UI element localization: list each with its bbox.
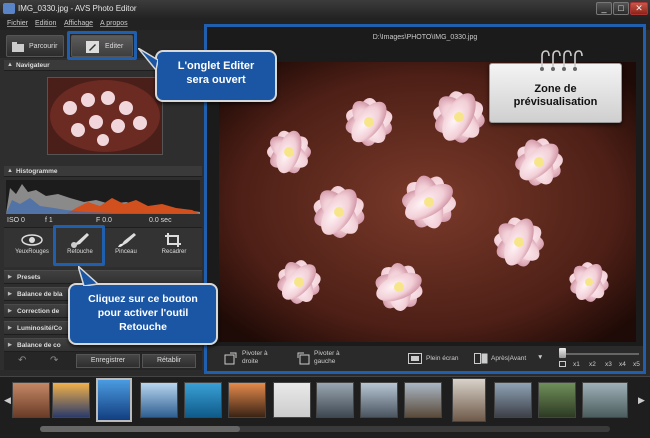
reset-button[interactable]: Rétablir	[142, 354, 196, 368]
callout-edit-tab: L'onglet Editer sera ouvert	[155, 50, 277, 102]
thumb-5[interactable]	[184, 382, 222, 418]
window-title: IMG_0330.jpg - AVS Photo Editor	[18, 4, 137, 13]
thumb-11[interactable]	[452, 378, 486, 422]
thumb-6[interactable]	[228, 382, 266, 418]
menu-about[interactable]: A propos	[100, 20, 128, 27]
fullscreen-button[interactable]: Plein écran	[426, 355, 459, 362]
redo-icon[interactable]: ↷	[50, 355, 58, 366]
histogram-f: f 1	[45, 217, 53, 224]
before-after-button[interactable]: Après|Avant	[491, 355, 526, 362]
callout-retouch-pointer	[78, 266, 98, 286]
pencil-icon	[86, 41, 99, 53]
before-after-dropdown-icon[interactable]: ▼	[537, 354, 543, 361]
histogram-iso: ISO 0	[7, 217, 25, 224]
histogram-title: Histogramme	[16, 168, 58, 175]
histogram-chart	[6, 180, 200, 214]
thumb-2[interactable]	[52, 382, 90, 418]
zoom-x2[interactable]: x2	[589, 361, 596, 368]
menu-edit[interactable]: Edition	[35, 20, 56, 27]
thumb-4[interactable]	[140, 382, 178, 418]
histogram-graphic	[6, 184, 200, 214]
app-icon	[3, 3, 15, 14]
maximize-button[interactable]: □	[613, 2, 629, 15]
tool-crop[interactable]: Recadrer	[150, 230, 198, 264]
menu-view[interactable]: Affichage	[64, 20, 93, 27]
thumb-12[interactable]	[494, 382, 532, 418]
callout-edit-tab-pointer	[138, 48, 158, 70]
save-button[interactable]: Enregistrer	[76, 354, 140, 368]
tool-retouch-label: Retouche	[67, 249, 93, 255]
thumb-1[interactable]	[12, 382, 50, 418]
tab-edit-label: Editer	[105, 43, 124, 50]
file-path: D:\Images\PHOTO\IMG_0330.jpg	[372, 34, 478, 41]
navigator-title: Navigateur	[16, 62, 50, 69]
navigator-image	[48, 78, 162, 154]
note-preview-zone: Zone de prévisualisation	[489, 63, 622, 123]
tool-retouch[interactable]: Retouche	[56, 230, 104, 264]
histogram-header[interactable]: ▲ Histogramme	[4, 166, 202, 177]
filmstrip-prev-arrow[interactable]: ◀	[4, 395, 11, 406]
callout-retouch: Cliquez sur ce bouton pour activer l'out…	[68, 283, 218, 345]
tab-browse[interactable]: Parcourir	[6, 35, 64, 57]
panel-brightness-label: Luminosité/Co	[17, 325, 63, 332]
zoom-slider-handle[interactable]	[559, 348, 566, 358]
tab-edit[interactable]: Editer	[71, 35, 133, 57]
crop-icon	[165, 233, 181, 247]
folder-icon	[12, 42, 24, 52]
zoom-x4[interactable]: x4	[619, 361, 626, 368]
histogram-fstop: F 0.0	[96, 217, 112, 224]
rotate-left-button[interactable]: Pivoter à gauche	[314, 350, 340, 366]
panel-presets[interactable]: ▶ Presets	[4, 270, 202, 284]
fullscreen-icon[interactable]	[408, 353, 422, 364]
rotate-right-icon[interactable]	[224, 352, 238, 365]
close-button[interactable]: ✕	[630, 2, 648, 15]
zoom-x3[interactable]: x3	[605, 361, 612, 368]
panel-correction-label: Correction de	[17, 308, 60, 315]
thumb-14[interactable]	[582, 382, 628, 418]
tab-browse-label: Parcourir	[29, 43, 58, 50]
eye-icon	[21, 234, 43, 246]
thumb-13[interactable]	[538, 382, 576, 418]
zoom-slider-track[interactable]	[561, 353, 639, 355]
tool-redeye-label: YeuxRouges	[15, 249, 49, 255]
rotate-right-button[interactable]: Pivoter à droite	[242, 350, 268, 366]
zoom-x1[interactable]: x1	[573, 361, 580, 368]
compare-icon[interactable]	[474, 353, 488, 364]
zoom-x5[interactable]: x5	[633, 361, 640, 368]
tool-paintbrush[interactable]: Pinceau	[102, 230, 150, 264]
panel-white-balance-label: Balance de bla	[17, 291, 63, 298]
panel-presets-label: Presets	[17, 274, 41, 281]
brush-icon	[71, 233, 89, 248]
panel-color-balance-label: Balance de co	[17, 342, 61, 349]
thumb-3-selected[interactable]	[96, 378, 132, 422]
thumb-9[interactable]	[360, 382, 398, 418]
tool-paintbrush-label: Pinceau	[115, 249, 137, 255]
notepad-rings-icon	[540, 50, 583, 71]
thumb-10[interactable]	[404, 382, 442, 418]
navigator-thumbnail[interactable]	[47, 77, 163, 155]
title-bar: IMG_0330.jpg - AVS Photo Editor _ □ ✕	[0, 0, 650, 18]
rotate-left-icon[interactable]	[296, 352, 310, 365]
tool-crop-label: Recadrer	[161, 249, 187, 255]
histogram-sec: 0.0 sec	[149, 217, 172, 224]
menu-file[interactable]: Fichier	[7, 20, 28, 27]
tool-redeye[interactable]: YeuxRouges	[8, 230, 56, 264]
undo-icon[interactable]: ↶	[18, 355, 26, 366]
thumb-7[interactable]	[273, 382, 311, 418]
paintbrush-icon	[118, 233, 136, 247]
thumb-8[interactable]	[316, 382, 354, 418]
filmstrip-next-arrow[interactable]: ▶	[638, 395, 645, 406]
zoom-fit-icon[interactable]	[559, 361, 566, 367]
filmstrip-scroll-thumb[interactable]	[40, 426, 240, 432]
minimize-button[interactable]: _	[596, 2, 612, 15]
